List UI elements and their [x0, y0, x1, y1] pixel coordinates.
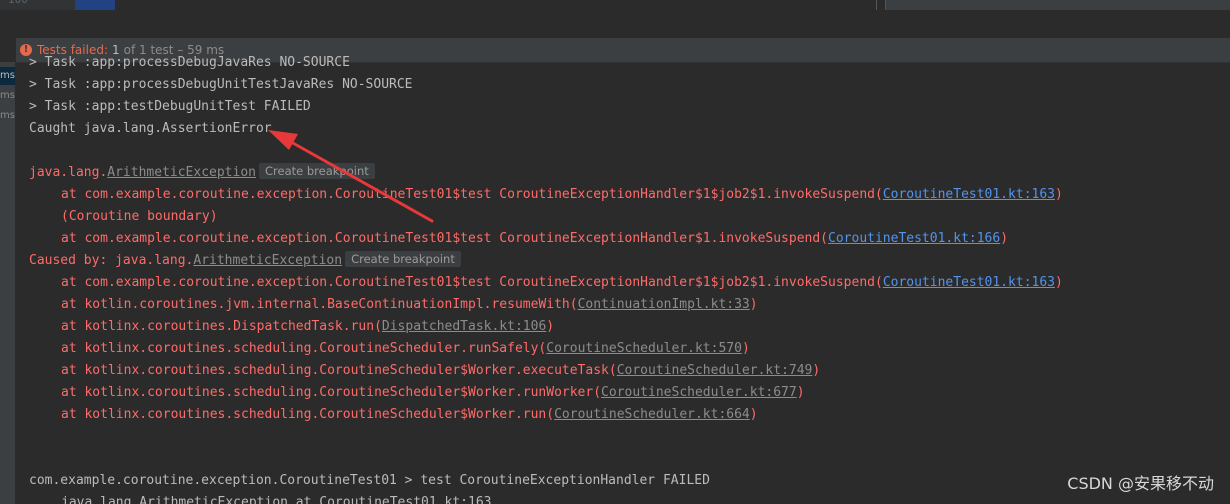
frame-close: ): [546, 319, 555, 334]
source-link[interactable]: DispatchedTask.kt:106: [382, 319, 546, 334]
test-tree-item[interactable]: ms: [0, 67, 15, 85]
stack-frame: at com.example.coroutine.exception.Corou…: [29, 228, 1008, 250]
stack-frame: at kotlinx.coroutines.DispatchedTask.run…: [29, 316, 554, 338]
stack-frame: at kotlinx.coroutines.scheduling.Corouti…: [29, 382, 805, 404]
create-breakpoint-button[interactable]: Create breakpoint: [259, 163, 375, 179]
exception-prefix: java.lang.: [29, 165, 108, 180]
console-line: > Task :app:processDebugUnitTestJavaRes …: [29, 77, 413, 92]
frame-close: ): [1055, 275, 1063, 290]
frame-close: ): [749, 297, 758, 312]
frame-close: ): [1000, 231, 1009, 246]
frame-close: ): [1055, 187, 1063, 202]
source-link[interactable]: CoroutineTest01.kt:163: [883, 275, 1055, 290]
source-link[interactable]: CoroutineScheduler.kt:749: [617, 363, 813, 378]
frame-close: ): [749, 407, 758, 422]
editor-side-panel: [886, 0, 1230, 10]
stack-frame: at com.example.coroutine.exception.Corou…: [29, 272, 1063, 294]
test-tree-item[interactable]: ms: [0, 87, 15, 105]
frame-text: at kotlinx.coroutines.scheduling.Corouti…: [61, 341, 547, 356]
watermark: CSDN @安果移不动: [1067, 474, 1214, 493]
panel-gap: [0, 10, 1230, 38]
console-line: Caught java.lang.AssertionError: [29, 121, 272, 136]
frame-text: at com.example.coroutine.exception.Corou…: [61, 275, 883, 290]
stack-frame: at kotlinx.coroutines.scheduling.Corouti…: [29, 360, 820, 382]
caused-prefix: Caused by: java.lang.: [29, 253, 194, 268]
console-line: > Task :app:processDebugJavaRes NO-SOURC…: [29, 55, 350, 70]
coroutine-boundary: (Coroutine boundary): [61, 209, 218, 224]
source-link[interactable]: CoroutineScheduler.kt:570: [546, 341, 742, 356]
source-link[interactable]: CoroutineTest01.kt:163: [883, 187, 1055, 202]
frame-close: ): [796, 385, 805, 400]
console-output[interactable]: > Task :app:processDebugJavaRes NO-SOURC…: [16, 54, 1230, 504]
create-breakpoint-button[interactable]: Create breakpoint: [345, 251, 461, 267]
frame-text: at kotlinx.coroutines.DispatchedTask.run…: [61, 319, 382, 334]
frame-text: at kotlinx.coroutines.scheduling.Corouti…: [61, 385, 602, 400]
editor-strip: 100: [0, 0, 1230, 10]
editor-selection: [75, 0, 115, 10]
stack-frame: at com.example.coroutine.exception.Corou…: [29, 184, 1063, 206]
frame-text: at kotlin.coroutines.jvm.internal.BaseCo…: [61, 297, 578, 312]
frame-close: ): [741, 341, 750, 356]
test-tree-item[interactable]: ms: [0, 107, 15, 125]
frame-text: at kotlinx.coroutines.scheduling.Corouti…: [61, 363, 617, 378]
source-link[interactable]: CoroutineScheduler.kt:677: [601, 385, 797, 400]
source-link[interactable]: CoroutineTest01.kt:166: [828, 231, 1000, 246]
line-number: 100: [8, 0, 28, 6]
console-line: com.example.coroutine.exception.Coroutin…: [29, 473, 710, 488]
editor-divider: [876, 0, 877, 10]
frame-close: ): [812, 363, 821, 378]
stack-frame: at kotlinx.coroutines.scheduling.Corouti…: [29, 404, 758, 426]
frame-text: at kotlinx.coroutines.scheduling.Corouti…: [61, 407, 555, 422]
console-line: java.lang.ArithmeticException at Corouti…: [61, 495, 492, 504]
source-link[interactable]: ContinuationImpl.kt:33: [578, 297, 750, 312]
frame-text: at com.example.coroutine.exception.Corou…: [61, 187, 883, 202]
test-tree-panel[interactable]: ms ms ms: [0, 62, 16, 504]
stack-frame: at kotlin.coroutines.jvm.internal.BaseCo…: [29, 294, 758, 316]
caused-by-line: Caused by: java.lang.ArithmeticException…: [29, 250, 461, 272]
source-link[interactable]: CoroutineScheduler.kt:664: [554, 407, 750, 422]
exception-line: java.lang.ArithmeticException Create brea…: [29, 162, 375, 184]
console-line: > Task :app:testDebugUnitTest FAILED: [29, 99, 311, 114]
exception-class-link[interactable]: ArithmeticException: [107, 165, 256, 180]
exception-class-link[interactable]: ArithmeticException: [193, 253, 342, 268]
frame-text: at com.example.coroutine.exception.Corou…: [61, 231, 829, 246]
stack-frame: at kotlinx.coroutines.scheduling.Corouti…: [29, 338, 750, 360]
editor-gutter: 100: [0, 0, 75, 10]
